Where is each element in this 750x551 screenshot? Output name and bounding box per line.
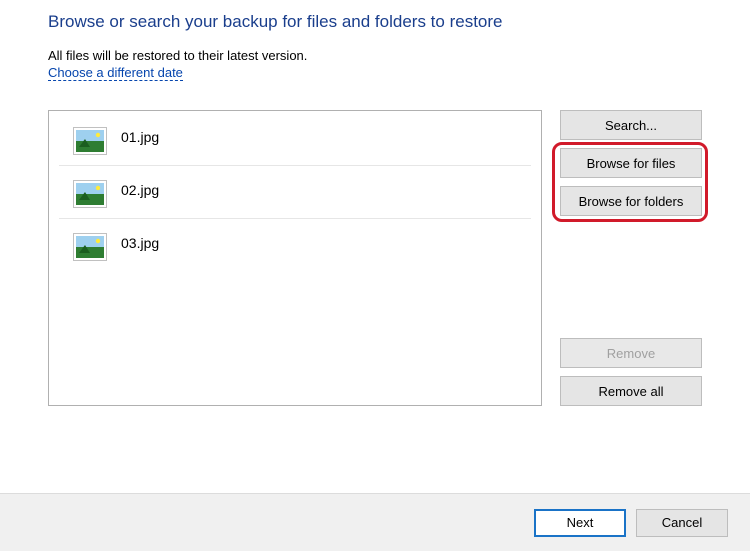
remove-button: Remove (560, 338, 702, 368)
file-list[interactable]: 01.jpg 02.jpg (48, 110, 542, 406)
side-button-panel: Search... Browse for files Browse for fo… (560, 110, 702, 406)
file-name: 01.jpg (121, 129, 159, 145)
list-item[interactable]: 01.jpg (59, 121, 531, 166)
choose-date-link[interactable]: Choose a different date (48, 65, 183, 81)
dialog-subtitle: All files will be restored to their late… (48, 48, 702, 63)
file-name: 03.jpg (121, 235, 159, 251)
image-file-icon (73, 127, 107, 155)
browse-folders-button[interactable]: Browse for folders (560, 186, 702, 216)
browse-files-button[interactable]: Browse for files (560, 148, 702, 178)
remove-all-button[interactable]: Remove all (560, 376, 702, 406)
next-button[interactable]: Next (534, 509, 626, 537)
file-name: 02.jpg (121, 182, 159, 198)
image-file-icon (73, 180, 107, 208)
image-file-icon (73, 233, 107, 261)
dialog-footer: Next Cancel (0, 493, 750, 551)
list-item[interactable]: 02.jpg (59, 174, 531, 219)
list-item[interactable]: 03.jpg (59, 227, 531, 271)
restore-dialog: Browse or search your backup for files a… (0, 0, 750, 551)
dialog-content: Browse or search your backup for files a… (0, 0, 750, 406)
cancel-button[interactable]: Cancel (636, 509, 728, 537)
dialog-title: Browse or search your backup for files a… (48, 12, 702, 32)
main-area: 01.jpg 02.jpg (48, 110, 702, 406)
search-button[interactable]: Search... (560, 110, 702, 140)
